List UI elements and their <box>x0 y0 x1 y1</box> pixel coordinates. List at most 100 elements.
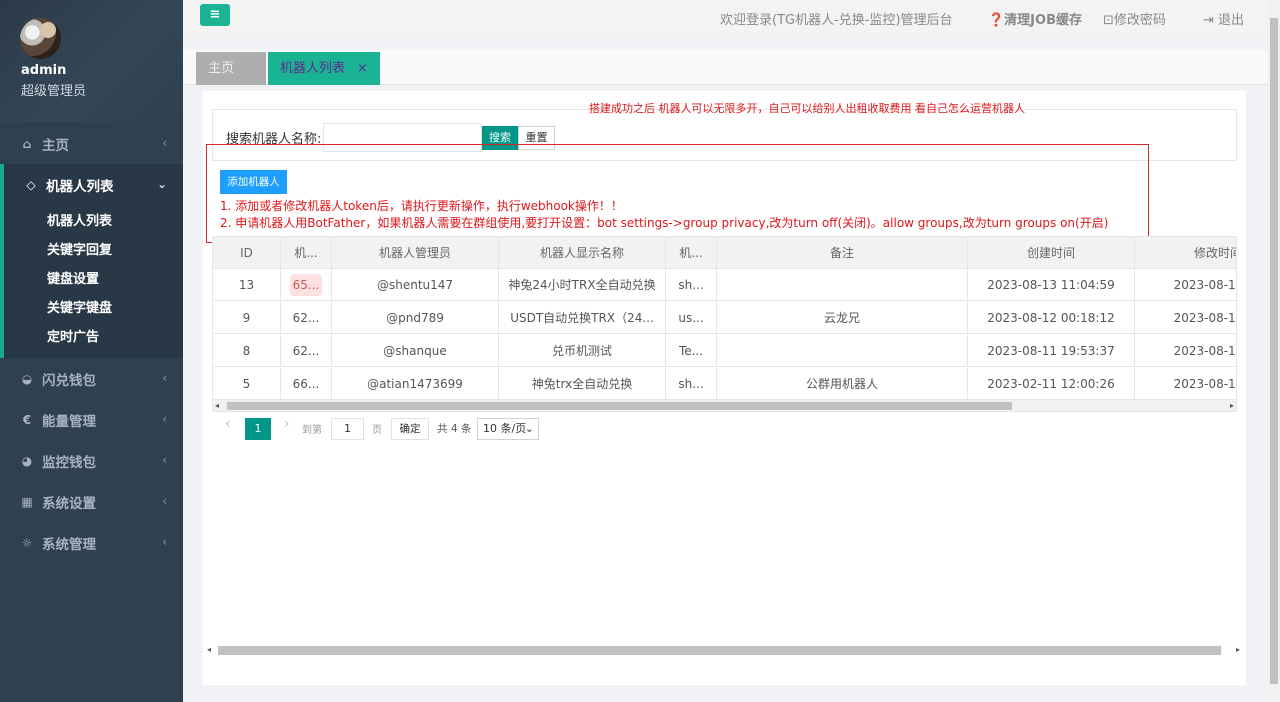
clear-cache-link[interactable]: ❓清理JOB缓存 <box>988 9 1082 28</box>
wallet-icon: ◒ <box>21 371 33 386</box>
sidebar-item-label: 系统管理 <box>42 536 96 553</box>
cell-admin: @shanque <box>332 335 499 367</box>
cell-created: 2023-02-11 12:00:26 <box>968 368 1135 399</box>
scroll-right-icon[interactable]: ▸ <box>1230 400 1234 411</box>
cell-robot-2: sh... <box>666 368 717 399</box>
page-vertical-scrollbar[interactable] <box>1268 0 1280 702</box>
column-header-id[interactable]: ID <box>213 237 281 269</box>
sidebar: admin 超级管理员 ⌂ 主页 ‹ ◇ 机器人列表 ⌄ 机器人列表 关键字回复… <box>0 0 183 702</box>
cell-remark <box>717 335 968 367</box>
lock-icon: ⊡ <box>1103 13 1114 28</box>
sidebar-item-label: 系统设置 <box>42 495 96 512</box>
sidebar-item-label: 监控钱包 <box>42 454 96 471</box>
sidebar-item-system-settings[interactable]: ▦ 系统设置 ‹ <box>0 481 183 522</box>
column-header-admin[interactable]: 机器人管理员 <box>332 237 499 269</box>
windows-icon: ▦ <box>21 494 33 509</box>
table-header: ID 机... 机器人管理员 机器人显示名称 机... 备注 创建时间 修改时间 <box>213 237 1236 269</box>
current-page[interactable]: 1 <box>245 418 271 440</box>
cell-display-name: USDT自动兑换TRX（24... <box>499 302 666 334</box>
sidebar-item-flash-wallet[interactable]: ◒ 闪兑钱包 ‹ <box>0 358 183 399</box>
submenu-item-keyword-reply[interactable]: 关键字回复 <box>4 236 183 265</box>
goto-page-input[interactable]: 1 <box>331 418 364 440</box>
page-size-value: 10 条/页 <box>483 422 527 435</box>
euro-icon: € <box>22 412 32 427</box>
user-role: 超级管理员 <box>21 84 87 99</box>
submenu-item-keyboard-settings[interactable]: 键盘设置 <box>4 265 183 294</box>
sidebar-item-label: 闪兑钱包 <box>42 372 96 389</box>
chevron-down-icon: ⌄ <box>156 177 167 191</box>
notice-text: 搭建成功之后 机器人可以无限多开，自己可以给别人出租收取费用 看自己怎么运营机器… <box>589 102 1025 115</box>
column-header-robot[interactable]: 机... <box>281 237 332 269</box>
cell-created: 2023-08-13 11:04:59 <box>968 269 1135 301</box>
sidebar-item-label: 能量管理 <box>42 413 96 430</box>
table-horizontal-scrollbar[interactable]: ◂ ▸ <box>212 399 1237 412</box>
total-count: 共 4 条 <box>437 423 472 435</box>
cell-admin: @atian1473699 <box>332 368 499 399</box>
cell-id: 13 <box>213 269 281 301</box>
sidebar-item-system-management[interactable]: ☼ 系统管理 ‹ <box>0 522 183 563</box>
column-header-created[interactable]: 创建时间 <box>968 237 1135 269</box>
chevron-down-icon: ⌄ <box>524 422 534 435</box>
table-row[interactable]: 8 62... @shanque 兑币机测试 Te... 2023-08-11 … <box>213 335 1236 367</box>
page-horizontal-scrollbar[interactable]: ◂ ▸ <box>203 644 1246 657</box>
scroll-thumb[interactable] <box>1270 18 1278 684</box>
column-header-modified[interactable]: 修改时间 <box>1135 237 1236 269</box>
sidebar-item-robot-list[interactable]: ◇ 机器人列表 ⌄ <box>0 164 183 205</box>
tip-line-1: 1. 添加或者修改机器人token后，请执行更新操作，执行webhook操作！！ <box>220 199 623 213</box>
scroll-left-icon[interactable]: ◂ <box>215 400 219 411</box>
tab-robot-list[interactable]: 机器人列表 × <box>268 52 380 85</box>
cell-remark: 公群用机器人 <box>717 368 968 399</box>
menu-toggle-button[interactable]: ≡ <box>200 4 230 26</box>
next-page-button[interactable]: › <box>284 416 290 432</box>
chevron-left-icon: ‹ <box>162 453 167 467</box>
cell-robot: 62... <box>281 335 332 367</box>
tab-bar: 主页× 机器人列表 × <box>183 50 1268 109</box>
avatar[interactable] <box>20 18 61 59</box>
cell-id: 5 <box>213 368 281 399</box>
add-robot-button[interactable]: 添加机器人 <box>220 170 287 194</box>
cell-id: 8 <box>213 335 281 367</box>
scroll-thumb[interactable] <box>218 646 1221 655</box>
change-password-link[interactable]: ⊡修改密码 <box>1103 9 1166 28</box>
cell-modified: 2023-08-13 12 <box>1135 335 1236 367</box>
scroll-right-icon[interactable]: ▸ <box>1236 645 1240 654</box>
submenu-item-scheduled-ads[interactable]: 定时广告 <box>4 323 183 352</box>
user-name: admin <box>21 63 67 78</box>
top-header: ≡ 欢迎登录(TG机器人-兑换-监控)管理后台 ❓清理JOB缓存 ⊡修改密码 ⇥… <box>183 0 1268 36</box>
scroll-thumb[interactable] <box>227 402 1012 410</box>
diamond-icon: ◇ <box>26 177 36 192</box>
tab-home[interactable]: 主页× <box>196 52 266 109</box>
content-panel: 搜索机器人名称: 搜索 重置 搭建成功之后 机器人可以无限多开，自己可以给别人出… <box>203 91 1246 685</box>
sidebar-item-energy[interactable]: € 能量管理 ‹ <box>0 399 183 440</box>
cell-display-name: 兑币机测试 <box>499 335 666 367</box>
logout-label: 退出 <box>1218 13 1245 28</box>
prev-page-button[interactable]: ‹ <box>225 416 231 432</box>
table-row[interactable]: 13 65... @shentu147 神兔24小时TRX全自动兑换 sh...… <box>213 269 1236 301</box>
sidebar-item-monitor-wallet[interactable]: ◕ 监控钱包 ‹ <box>0 440 183 481</box>
submenu-item-robot-list[interactable]: 机器人列表 <box>4 207 183 236</box>
cell-robot-2: sh... <box>666 269 717 301</box>
logout-link[interactable]: ⇥ 退出 <box>1203 9 1244 28</box>
pie-icon: ◕ <box>21 453 33 468</box>
column-header-robot-2[interactable]: 机... <box>666 237 717 269</box>
sidebar-item-home[interactable]: ⌂ 主页 ‹ <box>0 123 183 164</box>
page-size-select[interactable]: 10 条/页 ⌄ <box>477 418 539 440</box>
submenu-item-keyword-keyboard[interactable]: 关键字键盘 <box>4 294 183 323</box>
home-icon: ⌂ <box>22 136 32 151</box>
cell-display-name: 神兔24小时TRX全自动兑换 <box>499 269 666 301</box>
sidebar-item-label: 机器人列表 <box>46 178 114 195</box>
tip-line-2: 2. 申请机器人用BotFather，如果机器人需要在群组使用,要打开设置：bo… <box>220 216 1109 230</box>
cell-robot: 65... <box>281 269 332 301</box>
table-row[interactable]: 5 66... @atian1473699 神兔trx全自动兑换 sh... 公… <box>213 368 1236 399</box>
sidebar-item-label: 主页 <box>42 137 69 154</box>
goto-confirm-button[interactable]: 确定 <box>391 418 429 440</box>
cell-created: 2023-08-11 19:53:37 <box>968 335 1135 367</box>
table-row[interactable]: 9 62... @pnd789 USDT自动兑换TRX（24... us... … <box>213 302 1236 334</box>
column-header-remark[interactable]: 备注 <box>717 237 968 269</box>
cell-robot: 66... <box>281 368 332 399</box>
hamburger-icon: ≡ <box>209 7 221 22</box>
scroll-left-icon[interactable]: ◂ <box>207 645 211 654</box>
chevron-left-icon: ‹ <box>162 371 167 385</box>
column-header-display-name[interactable]: 机器人显示名称 <box>499 237 666 269</box>
close-icon[interactable]: × <box>357 61 368 76</box>
